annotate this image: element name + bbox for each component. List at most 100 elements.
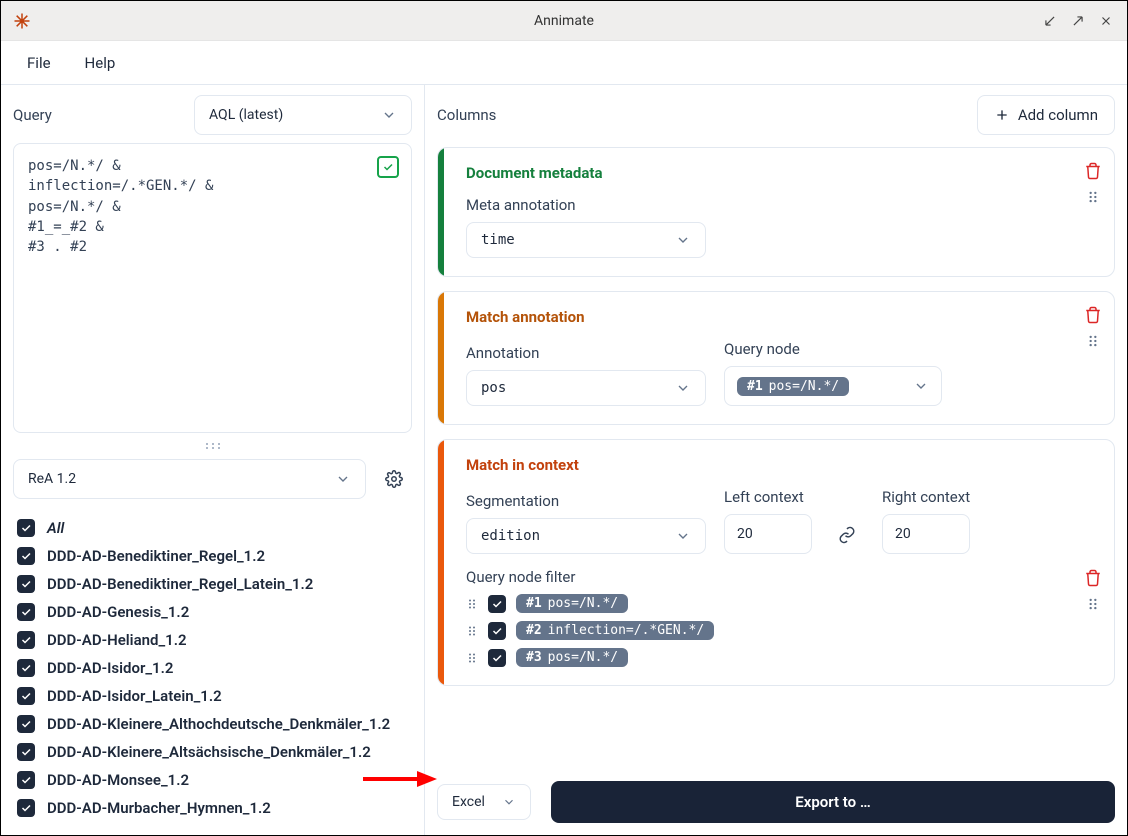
columns-label: Columns [437, 106, 496, 124]
corpus-name: DDD-AD-Monsee_1.2 [47, 771, 189, 789]
corpus-item[interactable]: DDD-AD-Isidor_Latein_1.2 [13, 685, 412, 707]
corpus-name: DDD-AD-Benediktiner_Regel_Latein_1.2 [47, 575, 313, 593]
checkbox[interactable] [17, 743, 35, 761]
annotation-select[interactable]: pos [466, 370, 706, 406]
corpus-item[interactable]: DDD-AD-Benediktiner_Regel_Latein_1.2 [13, 573, 412, 595]
meta-annotation-value: time [481, 232, 515, 248]
right-context-input[interactable]: 20 [882, 514, 970, 554]
chevron-down-icon [502, 795, 516, 809]
checkbox[interactable] [17, 799, 35, 817]
link-icon [836, 526, 858, 544]
drag-handle[interactable] [466, 652, 478, 664]
corpus-item[interactable]: DDD-AD-Murbacher_Hymnen_1.2 [13, 797, 412, 819]
corpus-item[interactable]: DDD-AD-Heliand_1.2 [13, 629, 412, 651]
checkbox[interactable] [488, 622, 506, 640]
query-node-pill: #3pos=/N.*/ [516, 648, 628, 667]
close-button[interactable] [1099, 14, 1113, 28]
corpus-item[interactable]: DDD-AD-Monsee_1.2 [13, 769, 412, 791]
link-contexts-button[interactable] [830, 526, 864, 554]
meta-annotation-select[interactable]: time [466, 222, 706, 258]
checkbox[interactable] [17, 575, 35, 593]
annotation-value: pos [481, 380, 506, 396]
corpus-item[interactable]: DDD-AD-Benediktiner_Regel_1.2 [13, 545, 412, 567]
trash-icon [1084, 162, 1102, 180]
checkbox[interactable] [17, 715, 35, 733]
query-node-select[interactable]: #1pos=/N.*/ [724, 366, 942, 406]
app-icon [1, 12, 31, 30]
corpus-set-select[interactable]: ReA 1.2 [13, 459, 366, 499]
drag-handle[interactable] [1086, 190, 1100, 204]
corpus-name: DDD-AD-Heliand_1.2 [47, 631, 187, 649]
corpus-name: DDD-AD-Isidor_Latein_1.2 [47, 687, 222, 705]
delete-column-button[interactable] [1084, 569, 1102, 587]
checkbox[interactable] [17, 687, 35, 705]
corpus-name: DDD-AD-Benediktiner_Regel_1.2 [47, 547, 265, 565]
query-node-filter-row: #2inflection=/.*GEN.*/ [466, 621, 1066, 640]
menu-help[interactable]: Help [85, 54, 116, 72]
checkbox[interactable] [17, 771, 35, 789]
pane-splitter[interactable] [13, 441, 412, 451]
delete-column-button[interactable] [1084, 306, 1102, 324]
checkbox[interactable] [17, 519, 35, 537]
corpus-item[interactable]: DDD-AD-Genesis_1.2 [13, 601, 412, 623]
checkbox[interactable] [488, 649, 506, 667]
minimize-button[interactable] [1043, 14, 1057, 28]
query-textarea[interactable]: pos=/N.*/ & inflection=/.*GEN.*/ & pos=/… [13, 143, 412, 433]
checkbox[interactable] [17, 631, 35, 649]
export-format-select[interactable]: Excel [437, 784, 531, 820]
query-language-select[interactable]: AQL (latest) [194, 95, 412, 135]
grip-icon [1086, 597, 1100, 611]
query-node-pill: #1pos=/N.*/ [737, 377, 849, 396]
chevron-down-icon [381, 107, 397, 123]
meta-annotation-label: Meta annotation [466, 196, 706, 214]
chevron-down-icon [913, 378, 929, 394]
trash-icon [1084, 569, 1102, 587]
export-button[interactable]: Export to … [551, 781, 1115, 823]
segmentation-value: edition [481, 528, 540, 544]
checkbox[interactable] [17, 659, 35, 677]
left-context-input[interactable]: 20 [724, 514, 812, 554]
menu-file[interactable]: File [27, 54, 51, 72]
maximize-button[interactable] [1071, 14, 1085, 28]
chevron-down-icon [335, 471, 351, 487]
query-valid-icon [377, 156, 399, 178]
checkbox[interactable] [488, 595, 506, 613]
query-node-pill: #1pos=/N.*/ [516, 594, 628, 613]
query-node-label: Query node [724, 340, 942, 358]
card-title: Document metadata [466, 164, 1066, 182]
query-node-pill: #2inflection=/.*GEN.*/ [516, 621, 714, 640]
column-card-document-metadata: Document metadata Meta annotation time [437, 147, 1115, 277]
card-title: Match in context [466, 456, 1066, 474]
query-language-value: AQL (latest) [209, 107, 283, 123]
corpus-item-all[interactable]: All [13, 517, 412, 539]
checkbox[interactable] [17, 603, 35, 621]
grip-icon [1086, 334, 1100, 348]
plus-icon [994, 107, 1010, 123]
trash-icon [1084, 306, 1102, 324]
chevron-down-icon [675, 380, 691, 396]
query-node-filter-label: Query node filter [466, 568, 1066, 586]
corpus-settings-button[interactable] [376, 461, 412, 497]
corpus-item[interactable]: DDD-AD-Kleinere_Althochdeutsche_Denkmäle… [13, 713, 412, 735]
segmentation-label: Segmentation [466, 492, 706, 510]
corpus-name: DDD-AD-Kleinere_Althochdeutsche_Denkmäle… [47, 715, 390, 733]
corpus-item[interactable]: DDD-AD-Isidor_1.2 [13, 657, 412, 679]
query-node-filter-row: #3pos=/N.*/ [466, 648, 1066, 667]
delete-column-button[interactable] [1084, 162, 1102, 180]
query-node-filter-row: #1pos=/N.*/ [466, 594, 1066, 613]
export-button-label: Export to … [795, 793, 870, 811]
column-card-match-in-context: Match in context Segmentation edition L [437, 439, 1115, 686]
add-column-button[interactable]: Add column [977, 95, 1115, 135]
segmentation-select[interactable]: edition [466, 518, 706, 554]
gear-icon [385, 470, 403, 488]
corpus-item[interactable]: DDD-AD-Kleinere_Altsächsische_Denkmäler_… [13, 741, 412, 763]
drag-handle[interactable] [466, 625, 478, 637]
window-title: Annimate [1, 13, 1127, 29]
left-context-label: Left context [724, 488, 812, 506]
drag-handle[interactable] [1086, 334, 1100, 348]
drag-handle[interactable] [466, 598, 478, 610]
checkbox[interactable] [17, 547, 35, 565]
add-column-label: Add column [1018, 106, 1098, 124]
query-text: pos=/N.*/ & inflection=/.*GEN.*/ & pos=/… [28, 158, 213, 255]
drag-handle[interactable] [1086, 597, 1100, 611]
